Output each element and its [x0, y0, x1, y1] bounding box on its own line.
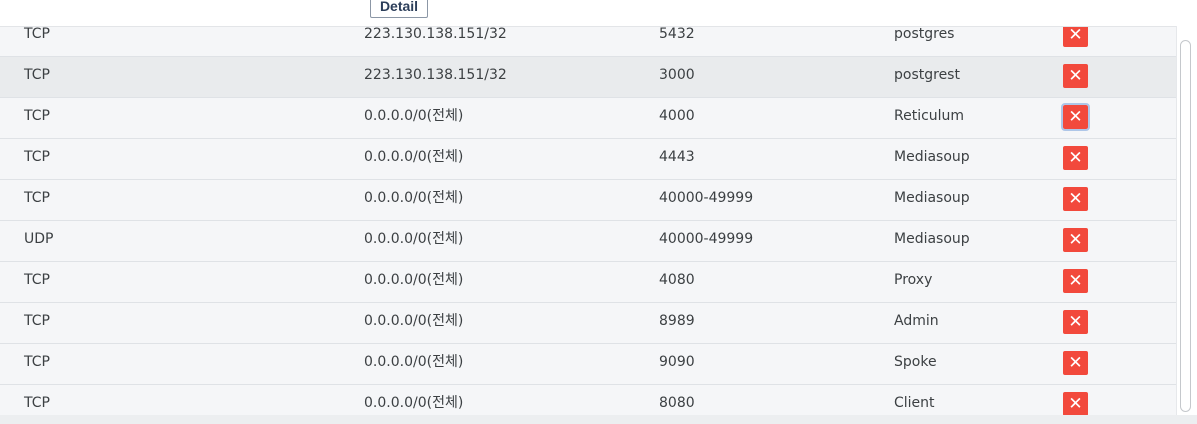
table-row: TCP 223.130.138.151/32 3000 postgrest ✕ — [0, 57, 1176, 98]
protocol-cell: TCP — [24, 108, 50, 124]
close-icon: ✕ — [1068, 189, 1083, 209]
delete-rule-button[interactable]: ✕ — [1063, 392, 1088, 415]
port-cell: 40000-49999 — [659, 190, 754, 206]
description-cell: Proxy — [894, 272, 933, 288]
table-row: TCP 0.0.0.0/0(전체) 4000 Reticulum ✕ — [0, 98, 1176, 139]
close-icon: ✕ — [1068, 25, 1083, 45]
delete-rule-button[interactable]: ✕ — [1063, 146, 1088, 170]
port-cell: 8080 — [659, 395, 695, 411]
vertical-scrollbar[interactable] — [1176, 26, 1197, 415]
source-cidr-cell: 0.0.0.0/0(전체) — [364, 313, 464, 329]
table-row: TCP 0.0.0.0/0(전체) 4443 Mediasoup ✕ — [0, 139, 1176, 180]
table-row: TCP 0.0.0.0/0(전체) 8989 Admin ✕ — [0, 303, 1176, 344]
port-cell: 9090 — [659, 354, 695, 370]
source-cidr-cell: 0.0.0.0/0(전체) — [364, 108, 464, 124]
description-cell: Mediasoup — [894, 231, 970, 247]
close-icon: ✕ — [1068, 107, 1083, 127]
port-cell: 3000 — [659, 67, 695, 83]
delete-rule-button[interactable]: ✕ — [1063, 187, 1088, 211]
detail-button[interactable]: Detail — [370, 0, 428, 18]
close-icon: ✕ — [1068, 271, 1083, 291]
description-cell: Reticulum — [894, 108, 965, 124]
delete-rule-button[interactable]: ✕ — [1063, 269, 1088, 293]
source-cidr-cell: 0.0.0.0/0(전체) — [364, 190, 464, 206]
delete-rule-button[interactable]: ✕ — [1061, 103, 1090, 131]
description-cell: Mediasoup — [894, 149, 970, 165]
port-cell: 40000-49999 — [659, 231, 754, 247]
description-cell: Admin — [894, 313, 939, 329]
source-cidr-cell: 0.0.0.0/0(전체) — [364, 354, 464, 370]
description-cell: postgrest — [894, 67, 960, 83]
protocol-cell: TCP — [24, 313, 50, 329]
protocol-cell: UDP — [24, 231, 54, 247]
table-row: TCP 0.0.0.0/0(전체) 40000-49999 Mediasoup … — [0, 180, 1176, 221]
protocol-cell: TCP — [24, 354, 50, 370]
close-icon: ✕ — [1068, 353, 1083, 373]
source-cidr-cell: 223.130.138.151/32 — [364, 67, 507, 83]
protocol-cell: TCP — [24, 149, 50, 165]
delete-rule-button[interactable]: ✕ — [1063, 228, 1088, 252]
table-row: TCP 0.0.0.0/0(전체) 9090 Spoke ✕ — [0, 344, 1176, 385]
protocol-cell: TCP — [24, 272, 50, 288]
table-header-strip: Detail — [0, 0, 1197, 27]
description-cell: Spoke — [894, 354, 937, 370]
protocol-cell: TCP — [24, 190, 50, 206]
port-cell: 4000 — [659, 108, 695, 124]
table-footer-strip — [0, 415, 1197, 424]
delete-rule-button[interactable]: ✕ — [1063, 64, 1088, 88]
source-cidr-cell: 0.0.0.0/0(전체) — [364, 395, 464, 411]
protocol-cell: TCP — [24, 395, 50, 411]
close-icon: ✕ — [1068, 66, 1083, 86]
close-icon: ✕ — [1068, 148, 1083, 168]
close-icon: ✕ — [1068, 312, 1083, 332]
inbound-rules-panel: TCP 223.130.138.151/32 5432 postgres ✕ T… — [0, 0, 1197, 424]
description-cell: Client — [894, 395, 935, 411]
delete-rule-button[interactable]: ✕ — [1063, 310, 1088, 334]
port-cell: 8989 — [659, 313, 695, 329]
description-cell: Mediasoup — [894, 190, 970, 206]
source-cidr-cell: 0.0.0.0/0(전체) — [364, 272, 464, 288]
port-cell: 4080 — [659, 272, 695, 288]
close-icon: ✕ — [1068, 230, 1083, 250]
source-cidr-cell: 0.0.0.0/0(전체) — [364, 149, 464, 165]
protocol-cell: TCP — [24, 67, 50, 83]
rules-table: TCP 223.130.138.151/32 5432 postgres ✕ T… — [0, 16, 1176, 415]
source-cidr-cell: 0.0.0.0/0(전체) — [364, 231, 464, 247]
table-row: TCP 0.0.0.0/0(전체) 4080 Proxy ✕ — [0, 262, 1176, 303]
close-icon: ✕ — [1068, 394, 1083, 414]
table-row: TCP 0.0.0.0/0(전체) 8080 Client ✕ — [0, 385, 1176, 415]
table-row: UDP 0.0.0.0/0(전체) 40000-49999 Mediasoup … — [0, 221, 1176, 262]
port-cell: 4443 — [659, 149, 695, 165]
delete-rule-button[interactable]: ✕ — [1063, 351, 1088, 375]
scrollbar-thumb[interactable] — [1180, 40, 1191, 412]
